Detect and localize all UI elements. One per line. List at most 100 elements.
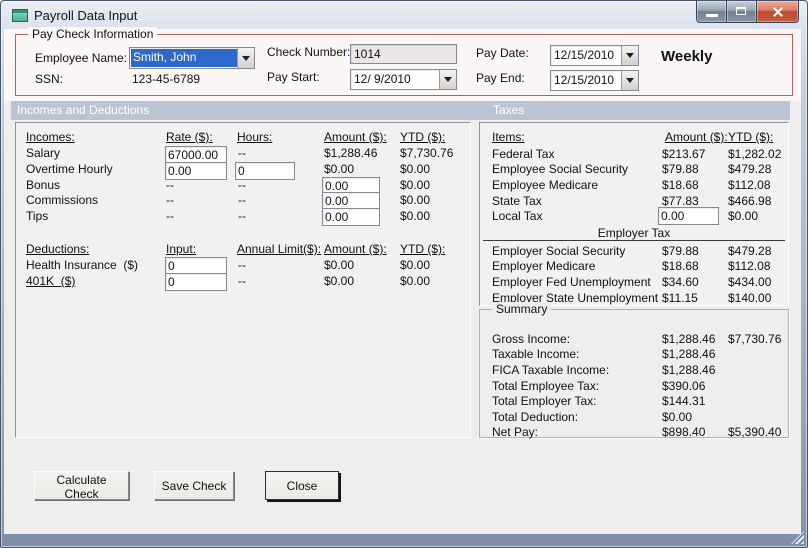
input-header: Input: bbox=[166, 242, 197, 256]
bonus-rate: -- bbox=[166, 178, 174, 192]
overtime-amount: $0.00 bbox=[324, 162, 355, 176]
income-row-label: Salary bbox=[26, 146, 61, 160]
dialog-client-area: Pay Check Information Employee Name: Smi… bbox=[4, 27, 801, 534]
chevron-down-icon bbox=[626, 53, 634, 58]
summary-row-label: Gross Income: bbox=[492, 332, 571, 346]
employer-fed-unemp-ytd: $434.00 bbox=[728, 275, 772, 289]
pay-start-label: Pay Start: bbox=[267, 70, 320, 84]
tax-row-label: Employer Medicare bbox=[492, 259, 596, 273]
tax-row-label: Employee Social Security bbox=[492, 162, 629, 176]
summary-row-label: FICA Taxable Income: bbox=[492, 363, 610, 377]
payroll-window: Payroll Data Input Pay Check Information… bbox=[0, 0, 808, 548]
tips-ytd: $0.00 bbox=[400, 209, 431, 223]
window-title: Payroll Data Input bbox=[34, 8, 138, 23]
minimize-icon bbox=[706, 14, 718, 17]
overtime-ytd: $0.00 bbox=[400, 162, 431, 176]
deduction-row-label-401k[interactable]: 401K ($) bbox=[26, 275, 75, 288]
calculate-check-button[interactable]: Calculate Check bbox=[34, 471, 129, 501]
overtime-rate-input[interactable] bbox=[165, 162, 227, 180]
local-tax-ytd: $0.00 bbox=[728, 209, 759, 223]
pay-date-dropdown-button[interactable] bbox=[621, 46, 638, 65]
close-window-button[interactable] bbox=[756, 1, 799, 23]
items-header: Items: bbox=[492, 130, 525, 144]
chevron-down-icon bbox=[626, 78, 634, 83]
pay-date-label: Pay Date: bbox=[476, 46, 529, 60]
summary-row-label: Net Pay: bbox=[492, 425, 539, 439]
commissions-rate: -- bbox=[166, 193, 174, 207]
federal-tax-amount: $213.67 bbox=[662, 147, 706, 161]
window-controls bbox=[696, 1, 799, 23]
fica-taxable-income-amount: $1,288.46 bbox=[662, 363, 716, 377]
save-check-button[interactable]: Save Check bbox=[154, 471, 234, 500]
health-insurance-limit: -- bbox=[238, 258, 246, 272]
close-button[interactable]: Close bbox=[265, 471, 339, 500]
summary-row-label: Total Deduction: bbox=[492, 410, 579, 424]
titlebar[interactable]: Payroll Data Input bbox=[1, 1, 807, 29]
paycheck-group-label: Pay Check Information bbox=[28, 27, 158, 41]
tax-ytd-header: YTD ($): bbox=[728, 130, 774, 144]
pay-end-value: 12/15/2010 bbox=[554, 73, 615, 87]
incomes-header: Incomes: bbox=[26, 130, 75, 144]
tips-amount-input[interactable] bbox=[322, 208, 380, 226]
employer-ss-ytd: $479.28 bbox=[728, 244, 772, 258]
401k-limit: -- bbox=[238, 274, 246, 288]
tax-row-label: State Tax bbox=[492, 194, 542, 208]
employer-medicare-amount: $18.68 bbox=[662, 259, 699, 273]
employee-name-combobox[interactable]: Smith, John bbox=[129, 47, 255, 69]
net-pay-amount: $898.40 bbox=[662, 425, 706, 439]
net-pay-ytd: $5,390.40 bbox=[728, 425, 782, 439]
federal-tax-ytd: $1,282.02 bbox=[728, 147, 782, 161]
tax-row-label: Employer Fed Unemployment bbox=[492, 275, 651, 289]
minimize-button[interactable] bbox=[696, 1, 727, 23]
hours-header: Hours: bbox=[237, 130, 273, 144]
paycheck-info-group: Pay Check Information Employee Name: Smi… bbox=[15, 27, 793, 96]
total-employer-tax-amount: $144.31 bbox=[662, 394, 706, 408]
401k-ytd: $0.00 bbox=[400, 274, 431, 288]
ssn-value: 123-45-6789 bbox=[132, 72, 201, 86]
taxes-section-title: Taxes bbox=[493, 103, 525, 117]
local-tax-input[interactable] bbox=[658, 207, 719, 225]
check-number-input[interactable] bbox=[350, 44, 457, 64]
tax-row-label: Federal Tax bbox=[492, 147, 555, 161]
income-row-label: Overtime Hourly bbox=[26, 162, 113, 176]
pay-end-dropdown-button[interactable] bbox=[621, 71, 638, 90]
employer-ss-amount: $79.88 bbox=[662, 244, 699, 258]
tax-row-label: Employee Medicare bbox=[492, 178, 599, 192]
ytd-header: YTD ($): bbox=[400, 130, 446, 144]
income-row-label: Bonus bbox=[26, 178, 61, 192]
pay-date-datepicker[interactable]: 12/15/2010 bbox=[550, 45, 639, 66]
deduction-ytd-header: YTD ($): bbox=[400, 242, 446, 256]
check-number-label: Check Number: bbox=[267, 45, 351, 59]
section-header-bar: Incomes and Deductions Taxes bbox=[11, 101, 790, 120]
401k-amount: $0.00 bbox=[324, 274, 355, 288]
maximize-icon bbox=[736, 7, 746, 15]
taxes-panel: Items: Amount ($): YTD ($): Federal Tax … bbox=[479, 122, 789, 306]
gross-income-amount: $1,288.46 bbox=[662, 332, 716, 346]
pay-start-dropdown-button[interactable] bbox=[439, 70, 456, 89]
summary-row-label: Total Employer Tax: bbox=[492, 394, 597, 408]
employer-state-unemp-amount: $11.15 bbox=[662, 291, 698, 305]
deductions-header: Deductions: bbox=[26, 242, 90, 256]
tips-hours: -- bbox=[238, 209, 246, 223]
incomes-deductions-section-title: Incomes and Deductions bbox=[17, 103, 150, 117]
employee-name-value: Smith, John bbox=[131, 49, 237, 67]
summary-row-label: Taxable Income: bbox=[492, 347, 580, 361]
pay-start-datepicker[interactable]: 12/ 9/2010 bbox=[350, 69, 457, 90]
maximize-button[interactable] bbox=[727, 1, 756, 23]
deduction-amount-header: Amount ($): bbox=[324, 242, 387, 256]
401k-input[interactable] bbox=[165, 273, 227, 291]
annual-limit-header: Annual Limit($): bbox=[237, 242, 322, 256]
chevron-down-icon bbox=[444, 77, 452, 82]
chevron-down-icon bbox=[242, 55, 250, 61]
total-deduction-amount: $0.00 bbox=[662, 410, 693, 424]
commissions-hours: -- bbox=[238, 193, 246, 207]
amount-header: Amount ($): bbox=[324, 130, 387, 144]
pay-frequency-label: Weekly bbox=[661, 48, 713, 65]
app-icon bbox=[12, 9, 28, 22]
employer-fed-unemp-amount: $34.60 bbox=[662, 275, 699, 289]
employee-name-dropdown-button[interactable] bbox=[237, 48, 254, 68]
tips-rate: -- bbox=[166, 209, 174, 223]
employer-medicare-ytd: $112.08 bbox=[728, 259, 771, 273]
summary-group: Summary Gross Income: $1,288.46 $7,730.7… bbox=[479, 302, 789, 439]
pay-end-datepicker[interactable]: 12/15/2010 bbox=[550, 70, 639, 91]
